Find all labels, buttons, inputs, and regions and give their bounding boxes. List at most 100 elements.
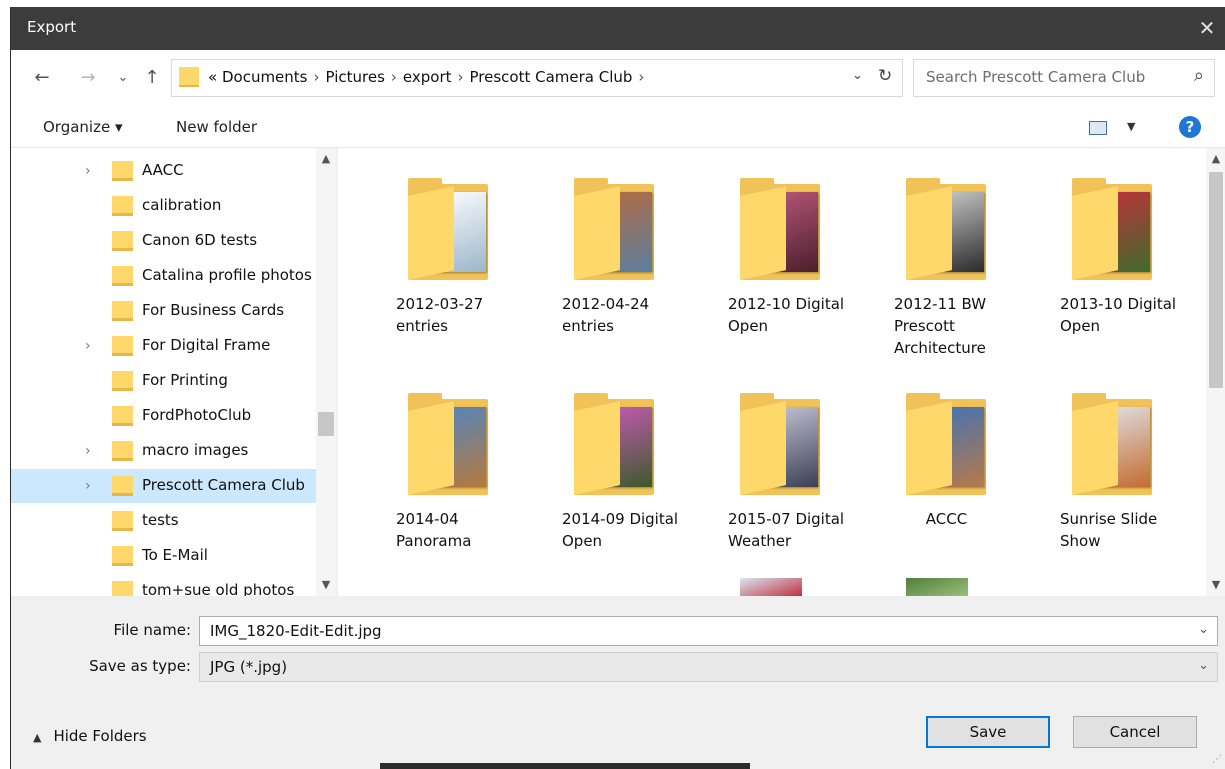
folder-item-label-line: Open [728, 317, 769, 335]
folder-thumbnail-partial[interactable] [906, 578, 968, 596]
chevron-down-icon[interactable]: ⌄ [1198, 658, 1209, 673]
forward-arrow-icon[interactable]: → [77, 67, 99, 89]
tree-item[interactable]: calibration [11, 189, 316, 223]
tree-item[interactable]: tom+sue old photos [11, 574, 316, 596]
new-folder-button[interactable]: New folder [176, 118, 257, 136]
tree-item-label: FordPhotoClub [142, 406, 252, 424]
folder-item-label-line: Open [1060, 317, 1101, 335]
scroll-up-icon[interactable]: ▲ [316, 152, 336, 165]
folder-item-label-line: 2014-09 Digital [562, 510, 679, 528]
folder-thumbnail-partial[interactable] [740, 578, 802, 596]
tree-item[interactable]: tests [11, 504, 316, 538]
tree-item-label: calibration [142, 196, 222, 214]
folder-icon [112, 231, 133, 251]
folder-item-label-line: 2013-10 Digital [1060, 295, 1177, 313]
back-arrow-icon[interactable]: ← [31, 67, 53, 89]
folder-item[interactable]: 2012-04-24 entries [544, 153, 694, 363]
breadcrumb-separator-icon[interactable]: › [458, 68, 464, 86]
folder-item-label: 2014-04 Panorama [396, 508, 521, 552]
content-scrollbar[interactable]: ▲ ▼ [1206, 148, 1225, 596]
folder-item[interactable]: 2013-10 Digital Open [1042, 153, 1192, 363]
search-placeholder: Search Prescott Camera Club [926, 68, 1146, 86]
folder-icon [112, 266, 133, 286]
organize-button[interactable]: Organize ▾ [43, 118, 123, 136]
folder-item[interactable]: 2012-03-27 entries [378, 153, 528, 363]
folder-thumbnail-icon [574, 393, 669, 498]
tree-item[interactable]: Canon 6D tests [11, 224, 316, 258]
folder-item-label: Sunrise Slide Show [1060, 508, 1185, 552]
scroll-down-icon[interactable]: ▼ [1206, 578, 1225, 591]
search-icon[interactable]: ⌕ [1194, 65, 1204, 86]
folder-item-label-line: 2014-04 [396, 510, 459, 528]
up-arrow-icon[interactable]: ↑ [141, 67, 163, 89]
cancel-button[interactable]: Cancel [1073, 716, 1197, 748]
breadcrumb-overflow[interactable]: « [208, 68, 217, 86]
breadcrumb-item[interactable]: Documents [222, 68, 308, 86]
tree-item[interactable]: › AACC [11, 154, 316, 188]
folder-thumbnail-icon [906, 393, 1001, 498]
close-icon[interactable]: ✕ [1194, 15, 1220, 41]
folder-item[interactable]: Sunrise Slide Show [1042, 368, 1192, 578]
save-as-type-select[interactable]: JPG (*.jpg) ⌄ [199, 652, 1218, 682]
folder-icon [112, 441, 133, 461]
expand-chevron-icon[interactable]: › [85, 163, 91, 179]
folder-thumbnail-icon [1072, 393, 1167, 498]
folder-item[interactable]: 2014-04 Panorama [378, 368, 528, 578]
breadcrumb-item[interactable]: Pictures [326, 68, 385, 86]
file-name-value: IMG_1820-Edit-Edit.jpg [210, 622, 382, 640]
folder-icon [112, 476, 133, 496]
hide-folders-button[interactable]: ▲ Hide Folders [33, 727, 147, 745]
folder-item[interactable]: 2012-10 Digital Open [710, 153, 860, 363]
tree-item[interactable]: For Printing [11, 364, 316, 398]
scroll-up-icon[interactable]: ▲ [1206, 152, 1225, 165]
folder-item[interactable]: 2012-11 BW Prescott Architecture [876, 153, 1026, 363]
tree-item[interactable]: Catalina profile photos [11, 259, 316, 293]
tree-item[interactable]: FordPhotoClub [11, 399, 316, 433]
folder-item-label-line: Show [1060, 532, 1101, 550]
folder-item-label-line: Open [562, 532, 603, 550]
taskbar-strip [380, 763, 750, 769]
file-name-field[interactable]: IMG_1820-Edit-Edit.jpg ⌄ [199, 616, 1218, 646]
tree-item[interactable]: › Prescott Camera Club [11, 469, 316, 503]
address-bar[interactable]: « Documents › Pictures › export › Prescott Cam… [171, 59, 903, 97]
tree-item[interactable]: › macro images [11, 434, 316, 468]
tree-item[interactable]: › For Digital Frame [11, 329, 316, 363]
tree-item[interactable]: For Business Cards [11, 294, 316, 328]
search-input[interactable]: Search Prescott Camera Club ⌕ [913, 59, 1215, 97]
chevron-down-icon[interactable]: ⌄ [1198, 622, 1209, 637]
navigation-scrollbar[interactable]: ▲ ▼ [316, 148, 336, 596]
view-dropdown-icon[interactable]: ▼ [1127, 120, 1135, 133]
folder-thumbnail-icon [906, 178, 1001, 283]
tree-item[interactable]: To E-Mail [11, 539, 316, 573]
view-options-icon[interactable] [1089, 121, 1107, 135]
folder-item-label-line: 2012-10 Digital [728, 295, 845, 313]
folder-item[interactable]: 2014-09 Digital Open [544, 368, 694, 578]
folder-item-label-line: Prescott [894, 317, 955, 335]
breadcrumb-item[interactable]: export [403, 68, 452, 86]
scroll-down-icon[interactable]: ▼ [316, 578, 336, 591]
help-icon[interactable]: ? [1179, 116, 1201, 138]
chevron-down-icon[interactable]: ⌄ [852, 68, 863, 83]
folder-item[interactable]: ACCC [876, 368, 1026, 578]
scroll-thumb[interactable] [1209, 172, 1223, 388]
breadcrumb-separator-icon[interactable]: › [391, 68, 397, 86]
save-button[interactable]: Save [926, 716, 1050, 748]
expand-chevron-icon[interactable]: › [85, 478, 91, 494]
breadcrumb-separator-icon[interactable]: › [314, 68, 320, 86]
window-title: Export [27, 18, 77, 36]
expand-chevron-icon[interactable]: › [85, 338, 91, 354]
expand-chevron-icon[interactable]: › [85, 443, 91, 459]
folder-item-label: 2012-04-24 entries [562, 293, 687, 337]
folder-item[interactable]: 2015-07 Digital Weather [710, 368, 860, 578]
resize-grip-icon[interactable]: ⋰ [1212, 754, 1222, 765]
tree-item-label: AACC [142, 161, 184, 179]
breadcrumb[interactable]: « Documents › Pictures › export › Prescott Cam… [208, 68, 650, 86]
recent-locations-icon[interactable]: ⌄ [115, 67, 131, 89]
refresh-icon[interactable]: ↻ [878, 66, 892, 86]
title-bar: Export ✕ [11, 7, 1225, 50]
scroll-thumb[interactable] [318, 412, 334, 436]
folder-item-label-line: Weather [728, 532, 792, 550]
breadcrumb-item[interactable]: Prescott Camera Club [470, 68, 633, 86]
file-list: 2012-03-27 entries 2012-04-24 entries 2012-1… [338, 148, 1225, 596]
breadcrumb-separator-icon[interactable]: › [638, 68, 644, 86]
